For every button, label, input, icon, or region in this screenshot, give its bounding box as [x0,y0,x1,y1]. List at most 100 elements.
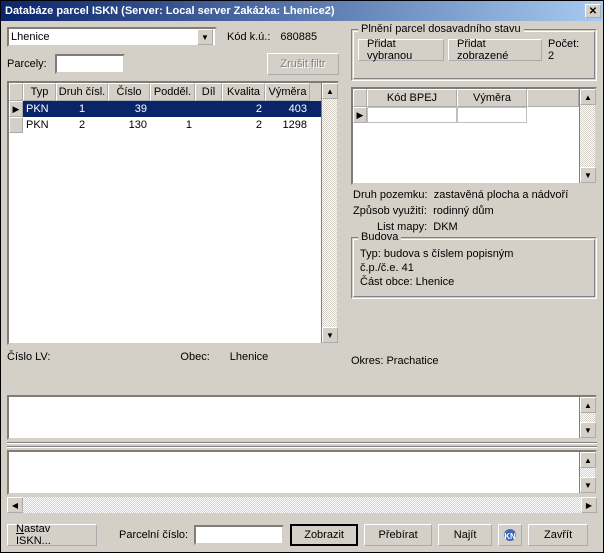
plneni-fieldset: Plnění parcel dosavadního stavu Přidat v… [351,29,597,81]
scroll-down-icon[interactable]: ▼ [580,167,596,183]
budova-cp-label: č.p./č.e. [360,262,399,274]
obec-value: Lhenice [230,351,269,363]
col-vymera2[interactable]: Výměra [457,89,527,107]
cell: PKN [23,119,56,131]
row-marker-icon: ▶ [353,107,367,123]
list-mapy-value: DKM [433,221,457,233]
scroll-right-icon[interactable]: ▶ [581,497,597,513]
scroll-track[interactable] [580,413,595,422]
budova-cp-value: 41 [402,262,414,274]
scroll-left-icon[interactable]: ◀ [7,497,23,513]
scroll-up-icon[interactable]: ▲ [580,89,596,105]
bpej-grid[interactable]: Kód BPEJ Výměra ▶ [351,87,597,185]
col-poddel[interactable]: Podděl. [150,83,195,101]
scroll-up-icon[interactable]: ▲ [322,83,338,99]
right-panel: Plnění parcel dosavadního stavu Přidat v… [351,27,597,367]
budova-fieldset: Budova Typ: budova s číslem popisným č.p… [351,237,597,299]
budova-cast-label: Část obce: [360,276,413,288]
close-icon[interactable]: ✕ [585,4,601,18]
cell: 2 [222,119,265,131]
cell: PKN [23,103,56,115]
main-grid-scroll-v[interactable]: ▲ ▼ [321,83,337,343]
col-typ[interactable]: Typ [23,83,56,101]
titlebar[interactable]: Databáze parcel ISKN (Server: Local serv… [1,1,603,21]
col-dil[interactable]: Díl [195,83,222,101]
pridat-zobrazene-button[interactable]: Přidat zobrazené [448,39,542,61]
cell: 403 [265,103,310,115]
col-cislo[interactable]: Číslo [108,83,150,101]
scroll-down-icon[interactable]: ▼ [580,477,596,493]
zavrit-button[interactable]: Zavřít [528,524,588,546]
table-row[interactable]: PKN2130121298 [9,117,321,133]
parcelni-cislo-label: Parcelní číslo: [119,529,188,541]
cell: 1 [150,119,195,131]
najit-button[interactable]: Najít [438,524,492,546]
cislo-lv-label: Číslo LV: [7,351,50,363]
scroll-track[interactable] [322,99,337,327]
parcelni-cislo-input[interactable] [194,525,284,545]
table-row[interactable]: ▶PKN139 2403 [9,101,321,117]
iskn-icon-button[interactable]: KN [498,524,522,546]
cell: 2 [222,103,265,115]
main-grid-headers: Typ Druh čísl. Číslo Podděl. Díl Kvalita… [9,83,321,101]
scroll-down-icon[interactable]: ▼ [580,422,596,438]
locality-combo[interactable]: Lhenice ▼ [7,27,217,47]
col-vymera[interactable]: Výměra [265,83,310,101]
nastav-iskn-button[interactable]: Nastav ISKN... [7,524,97,546]
okres-value: Prachatice [386,355,438,367]
scroll-track[interactable] [580,468,595,477]
table-row[interactable]: ▶ [353,107,579,123]
info-panel-1: ▲ ▼ [7,395,597,440]
cell: 2 [56,119,108,131]
col-druh[interactable]: Druh čísl. [56,83,108,101]
cell: 39 [108,103,150,115]
prebirat-button[interactable]: Přebírat [364,524,432,546]
main-grid[interactable]: Typ Druh čísl. Číslo Podděl. Díl Kvalita… [7,81,339,345]
plneni-legend: Plnění parcel dosavadního stavu [358,23,524,35]
main-grid-body: ▶PKN1392403PKN2130121298 [9,101,321,133]
row-marker-icon [9,117,23,133]
window-title: Databáze parcel ISKN (Server: Local serv… [5,5,585,17]
kod-ku-label: Kód k.ú.: [227,31,270,43]
pridat-vybranou-button[interactable]: Přidat vybranou [358,39,444,61]
budova-typ-value: budova s číslem popisným [384,248,514,260]
pocet-label: Počet: [548,38,579,50]
divider [7,442,597,444]
budova-cast-value: Lhenice [416,276,455,288]
scroll-down-icon[interactable]: ▼ [322,327,338,343]
panel1-scroll[interactable]: ▲ ▼ [579,397,595,438]
bottom-toolbar: Nastav ISKN... Parcelní číslo: Zobrazit … [7,524,597,546]
left-panel: Lhenice ▼ Kód k.ú.: 680885 Parcely: Zruš… [7,27,339,363]
cell: 130 [108,119,150,131]
scroll-up-icon[interactable]: ▲ [580,452,596,468]
col-kvalita[interactable]: Kvalita [222,83,265,101]
panel2-scroll[interactable]: ▲ ▼ [579,452,595,493]
col-kod-bpej[interactable]: Kód BPEJ [367,89,457,107]
zrusit-filtr-button: Zrušit filtr [267,53,339,75]
locality-combo-value: Lhenice [11,31,197,43]
h-scroll[interactable]: ◀ ▶ [7,497,597,513]
scroll-track[interactable] [23,497,581,513]
main-window: Databáze parcel ISKN (Server: Local serv… [0,0,604,553]
chevron-down-icon[interactable]: ▼ [197,29,213,45]
druh-pozemku-value: zastavěná plocha a nádvoří [434,189,569,201]
pocet-value: 2 [548,50,579,62]
druh-pozemku-label: Druh pozemku: [353,189,428,201]
zpusob-value: rodinný dům [433,205,494,217]
row-marker-icon: ▶ [9,101,23,117]
cell: 1 [56,103,108,115]
globe-icon: KN [502,527,518,543]
svg-text:KN: KN [504,532,516,541]
scroll-up-icon[interactable]: ▲ [580,397,596,413]
parcely-input[interactable] [55,54,125,74]
cell: 1298 [265,119,310,131]
obec-label: Obec: [180,351,209,363]
zobrazit-button[interactable]: Zobrazit [290,524,358,546]
scroll-track[interactable] [580,105,595,167]
zpusob-label: Způsob využití: [353,205,427,217]
bpej-grid-scroll-v[interactable]: ▲ ▼ [579,89,595,183]
okres-label: Okres: [351,355,383,367]
kod-ku-value: 680885 [280,31,317,43]
info-panel-2: ▲ ▼ [7,450,597,495]
parcely-label: Parcely: [7,58,47,70]
